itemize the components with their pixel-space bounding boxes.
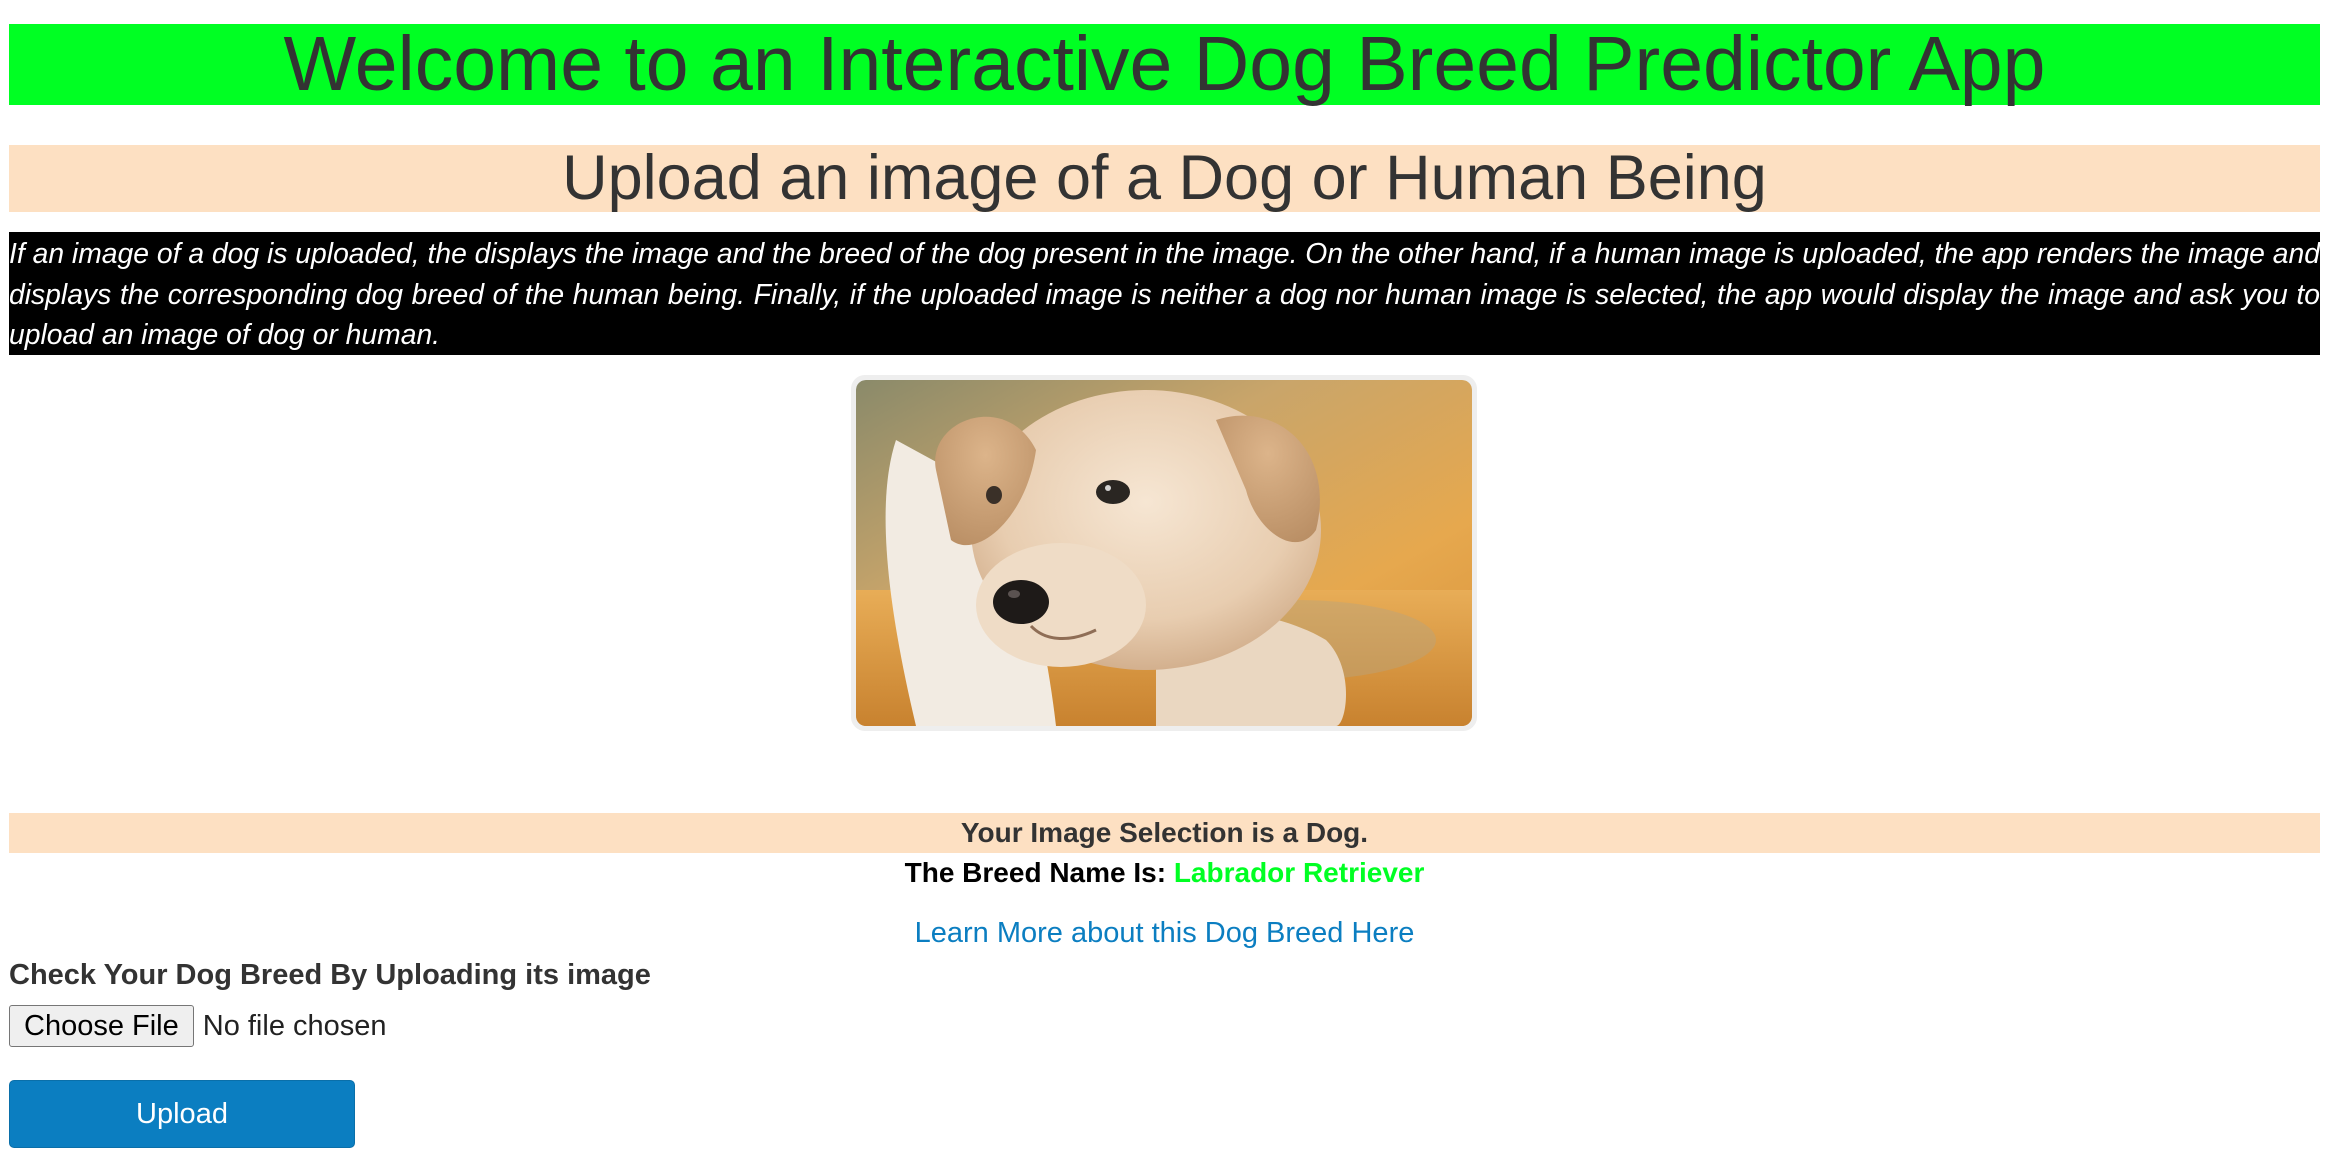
upload-label: Check Your Dog Breed By Uploading its im… xyxy=(9,959,651,991)
page-subtitle: Upload an image of a Dog or Human Being xyxy=(9,145,2320,212)
choose-file-button[interactable]: Choose File xyxy=(9,1005,194,1047)
breed-label: The Breed Name Is: xyxy=(904,857,1167,888)
page: Welcome to an Interactive Dog Breed Pred… xyxy=(0,0,2332,1158)
breed-value: Labrador Retriever xyxy=(1173,857,1425,888)
image-selection-result: Your Image Selection is a Dog. xyxy=(9,813,2320,853)
page-title: Welcome to an Interactive Dog Breed Pred… xyxy=(9,24,2320,105)
uploaded-dog-image xyxy=(851,375,1477,731)
upload-button[interactable]: Upload xyxy=(9,1080,355,1148)
breed-result: The Breed Name Is: Labrador Retriever xyxy=(9,853,2320,893)
file-input[interactable]: Choose File No file chosen xyxy=(9,1005,387,1047)
learn-more-link[interactable]: Learn More about this Dog Breed Here xyxy=(9,913,2320,953)
dog-photo-illustration xyxy=(856,380,1472,726)
app-description: If an image of a dog is uploaded, the di… xyxy=(9,232,2320,355)
file-status: No file chosen xyxy=(202,1009,387,1042)
